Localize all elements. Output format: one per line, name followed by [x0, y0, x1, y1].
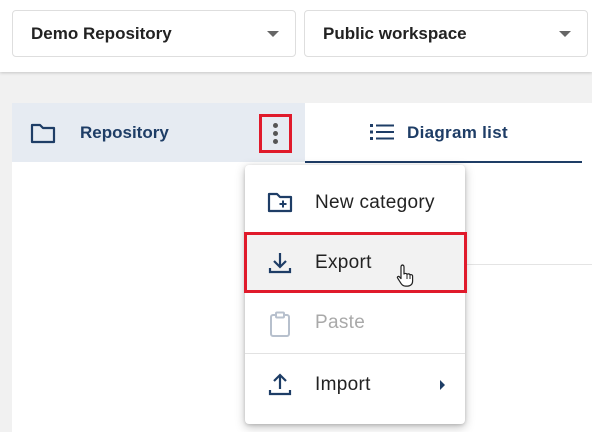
folder-icon [30, 122, 56, 149]
menu-item-import[interactable]: Import [245, 355, 465, 415]
menu-item-new-category[interactable]: New category [245, 173, 465, 233]
tab-label: Diagram list [407, 123, 508, 142]
tab-diagram-list[interactable]: Diagram list [305, 103, 582, 163]
repository-select-value: Demo Repository [31, 23, 172, 43]
menu-separator [245, 353, 465, 354]
context-menu: New category Export Paste Import [245, 165, 465, 424]
repository-select[interactable]: Demo Repository [12, 10, 296, 57]
new-folder-icon [267, 191, 293, 218]
workspace-select[interactable]: Public workspace [304, 10, 588, 57]
clipboard-icon [267, 311, 293, 342]
chevron-down-icon [559, 30, 571, 37]
tree-item-label: Repository [80, 123, 169, 142]
menu-item-label: Export [315, 252, 372, 273]
tree-item-repository[interactable]: Repository [12, 103, 305, 162]
divider [465, 264, 592, 265]
hand-cursor-icon [396, 263, 416, 292]
workspace-select-value: Public workspace [323, 23, 467, 43]
download-icon [267, 251, 293, 280]
menu-item-label: Paste [315, 312, 366, 333]
menu-item-label: Import [315, 374, 371, 395]
menu-item-paste: Paste [245, 293, 465, 353]
more-vert-icon[interactable] [259, 114, 292, 153]
chevron-right-icon [440, 380, 445, 390]
top-bar: Demo Repository Public workspace [0, 0, 592, 72]
upload-icon [267, 373, 293, 402]
menu-item-label: New category [315, 192, 435, 213]
menu-item-export[interactable]: Export [245, 233, 465, 293]
chevron-down-icon [267, 30, 279, 37]
list-icon [369, 122, 395, 147]
